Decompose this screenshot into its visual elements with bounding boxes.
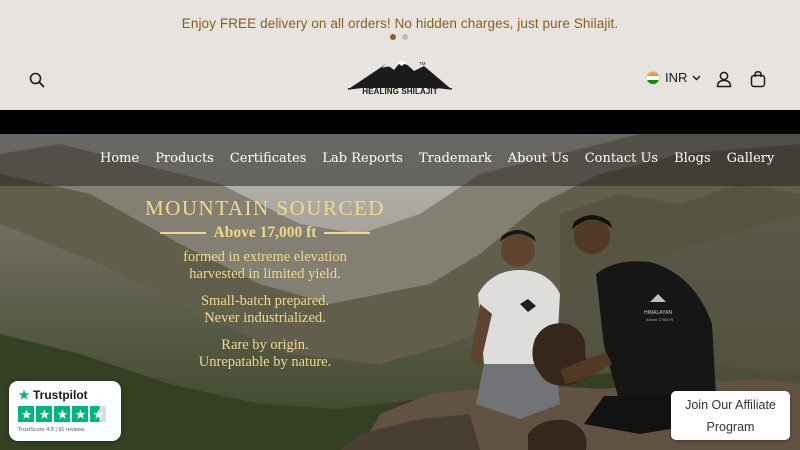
divider-left — [159, 232, 206, 234]
star-icon — [36, 406, 52, 422]
affiliate-line-2: Program — [706, 420, 755, 434]
header-divider-bar — [0, 110, 800, 134]
trustpilot-star-icon — [18, 389, 30, 400]
announcement-pagination — [390, 34, 408, 40]
star-icon — [18, 406, 34, 422]
affiliate-program-button[interactable]: Join Our Affiliate Program — [671, 391, 790, 440]
nav-item-lab-reports[interactable]: Lab Reports — [322, 151, 403, 166]
currency-label: INR — [665, 70, 688, 85]
india-flag-icon — [646, 70, 660, 85]
hero-copy: MOUNTAIN SOURCED Above 17,000 ft formed … — [130, 196, 400, 371]
trustpilot-brand: Trustpilot — [33, 388, 88, 402]
nav-item-certificates[interactable]: Certificates — [230, 151, 307, 166]
main-navigation: Home Products Certificates Lab Reports T… — [0, 134, 800, 186]
logo-tm: TM — [419, 61, 426, 66]
hero-line-4: Never industrialized. — [204, 310, 326, 326]
logo-text: HEALING SHILAJIT — [362, 87, 438, 96]
hero-line-3: Small-batch prepared. — [200, 293, 330, 309]
hero-line-6: Unrepatable by nature. — [198, 354, 332, 370]
nav-item-blogs[interactable]: Blogs — [674, 151, 711, 166]
divider-right — [324, 232, 371, 234]
nav-item-about-us[interactable]: About Us — [508, 151, 569, 166]
trustpilot-widget[interactable]: Trustpilot TrustScore 4.8 | 91 reviews — [9, 381, 121, 441]
site-header: TM HEALING SHILAJIT INR — [0, 56, 800, 110]
hero-line-2: harvested in limited yield. — [189, 266, 341, 282]
hero-line-5: Rare by origin. — [221, 337, 309, 353]
hero-line-1: formed in extreme elevation — [183, 249, 347, 265]
announcement-bar: Enjoy FREE delivery on all orders! No hi… — [0, 0, 800, 56]
trustpilot-rating-stars — [18, 406, 106, 422]
hero-subtitle-row: Above 17,000 ft — [130, 224, 400, 242]
currency-selector[interactable]: INR — [646, 70, 701, 85]
hero-title: MOUNTAIN SOURCED — [145, 196, 385, 220]
star-icon — [54, 406, 70, 422]
announcement-text: Enjoy FREE delivery on all orders! No hi… — [181, 16, 619, 31]
nav-item-products[interactable]: Products — [155, 151, 214, 166]
trustpilot-score: TrustScore 4.8 | 91 reviews — [18, 427, 85, 433]
nav-item-trademark[interactable]: Trademark — [419, 151, 492, 166]
pagination-dot[interactable] — [402, 34, 408, 40]
nav-item-contact-us[interactable]: Contact Us — [585, 151, 658, 166]
chevron-down-icon — [692, 75, 701, 81]
cart-icon[interactable] — [749, 70, 767, 88]
account-icon[interactable] — [715, 70, 733, 88]
star-icon — [72, 406, 88, 422]
pagination-dot-active[interactable] — [390, 34, 396, 40]
star-half-icon — [90, 406, 106, 422]
search-icon[interactable] — [28, 71, 46, 89]
hero-subtitle: Above 17,000 ft — [213, 224, 317, 241]
nav-item-gallery[interactable]: Gallery — [727, 151, 775, 166]
affiliate-line-1: Join Our Affiliate — [685, 398, 776, 412]
site-logo[interactable]: TM HEALING SHILAJIT — [346, 56, 454, 104]
nav-item-home[interactable]: Home — [100, 151, 139, 166]
